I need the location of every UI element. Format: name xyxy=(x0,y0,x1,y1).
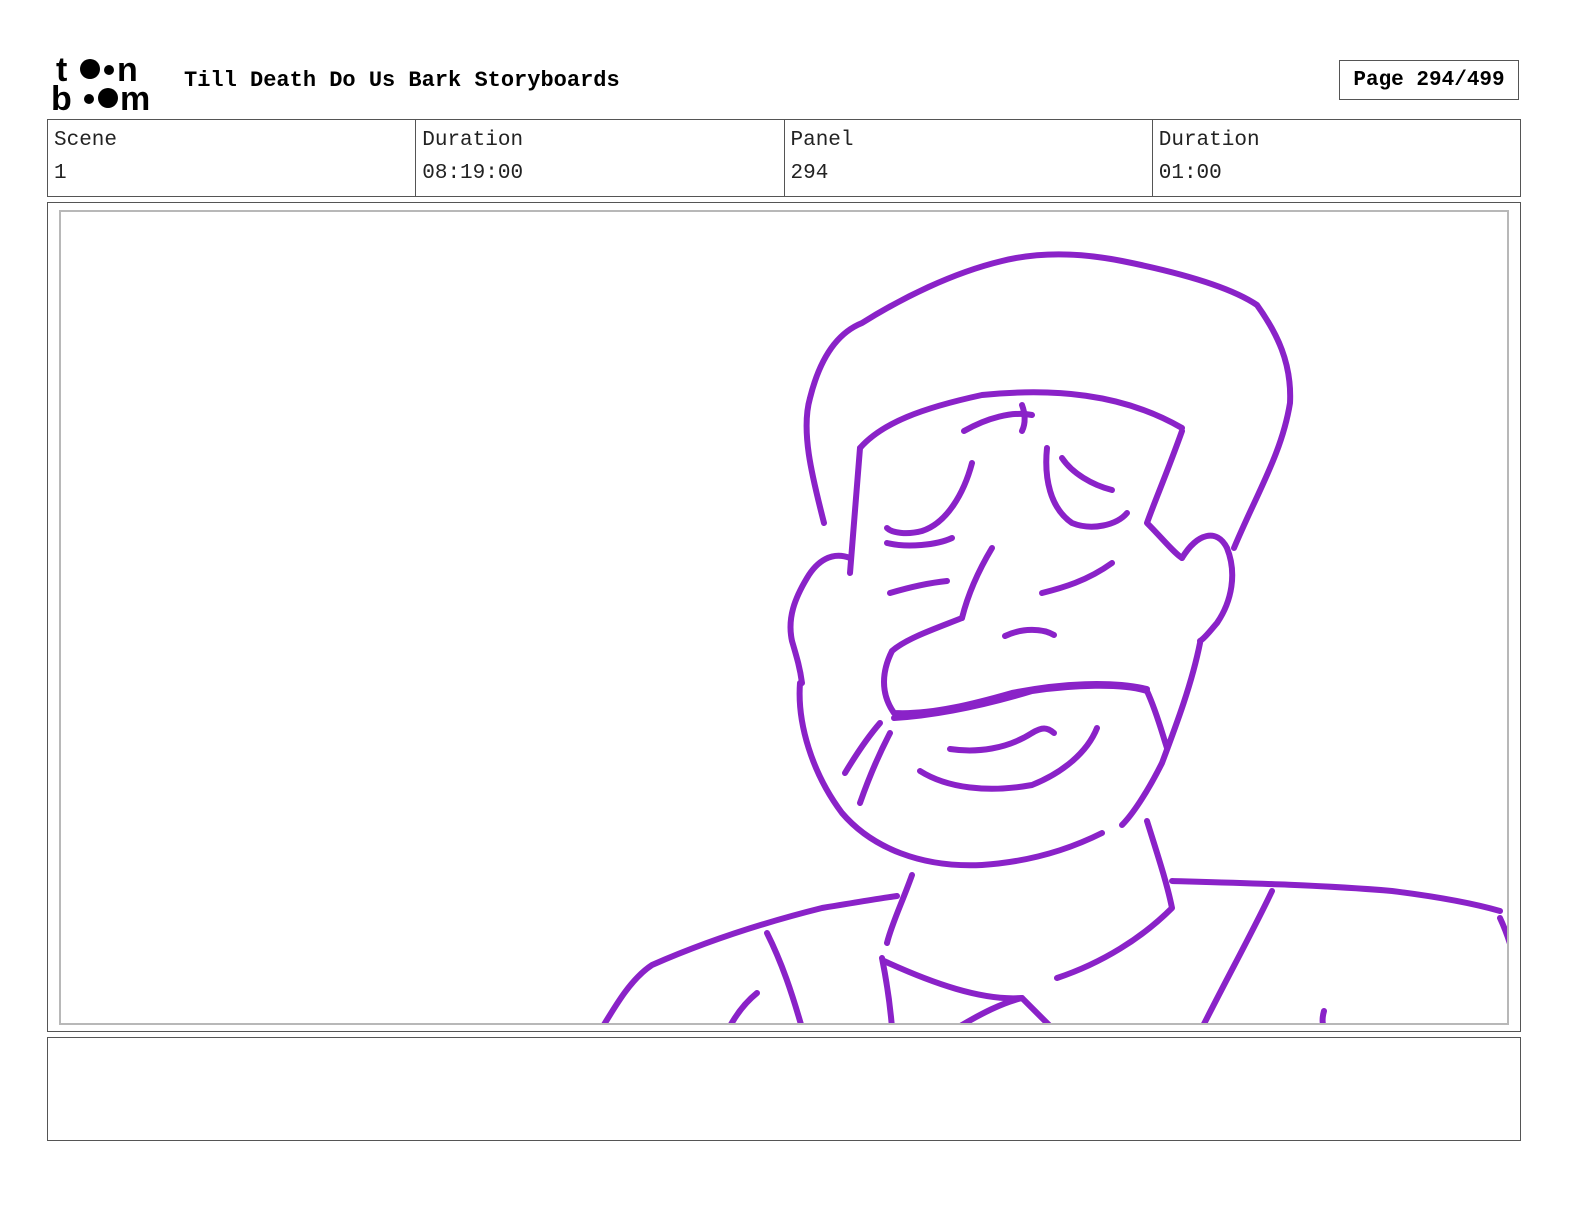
scene-duration-value: 08:19:00 xyxy=(422,162,524,185)
toon-boom-logo: t n b m xyxy=(51,51,150,114)
panel-duration-value: 01:00 xyxy=(1158,162,1222,185)
logo-letter-m: m xyxy=(120,80,150,114)
page-number: 294/499 xyxy=(1416,68,1505,92)
storyboard-panel-frame xyxy=(47,202,1521,1032)
panel-cell: Panel 294 xyxy=(783,120,1152,196)
scene-info-table: Scene 1 Duration 08:19:00 Panel 294 Dura… xyxy=(47,119,1521,197)
panel-caption-text xyxy=(48,1038,1520,1050)
character-sketch xyxy=(601,251,1507,1023)
page-label: Page xyxy=(1353,68,1404,92)
storyboard-panel-image xyxy=(59,210,1509,1025)
scene-duration-label: Duration xyxy=(422,129,524,152)
page-indicator: Page 294/499 xyxy=(1339,60,1519,100)
scene-value: 1 xyxy=(54,162,67,185)
panel-duration-label: Duration xyxy=(1158,129,1260,152)
panel-label: Panel xyxy=(790,129,854,152)
document-title: Till Death Do Us Bark Storyboards xyxy=(184,68,620,93)
panel-caption-box xyxy=(47,1037,1521,1141)
scene-cell: Scene 1 xyxy=(48,120,415,196)
scene-duration-cell: Duration 08:19:00 xyxy=(415,120,783,196)
scene-label: Scene xyxy=(54,129,118,152)
panel-duration-cell: Duration 01:00 xyxy=(1151,120,1520,196)
panel-value: 294 xyxy=(790,162,829,185)
logo-letter-b: b xyxy=(51,80,72,114)
